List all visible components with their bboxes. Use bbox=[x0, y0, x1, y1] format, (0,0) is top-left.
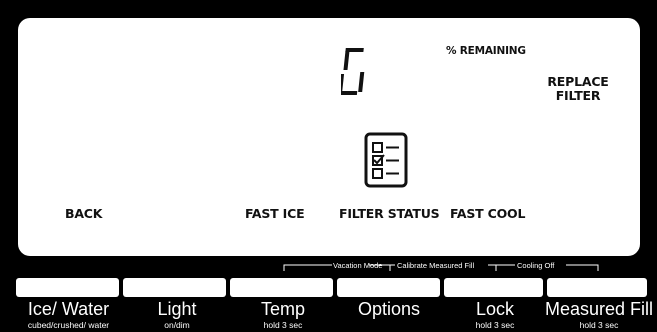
button-row bbox=[0, 278, 657, 298]
vacation-mode-label: Vacation Mode bbox=[333, 261, 382, 270]
measured-fill-button-label: Measured Fill hold 3 sec bbox=[544, 299, 654, 331]
measured-fill-button[interactable] bbox=[547, 278, 647, 297]
lock-button-label: Lock hold 3 sec bbox=[475, 299, 515, 331]
lock-button[interactable] bbox=[444, 278, 543, 297]
fast-cool-indicator: FAST COOL bbox=[450, 206, 526, 221]
percent-remaining-label: % REMAINING bbox=[446, 45, 526, 57]
checklist-icon bbox=[364, 132, 408, 188]
light-button[interactable] bbox=[123, 278, 226, 297]
temp-button[interactable] bbox=[230, 278, 333, 297]
ice-water-button[interactable] bbox=[16, 278, 119, 297]
control-display: BACK FAST ICE FILTER STATUS FAST COOL % … bbox=[18, 18, 640, 256]
options-button-label: Options bbox=[357, 299, 421, 319]
hold-function-bracket: Vacation Mode Calibrate Measured Fill Co… bbox=[283, 261, 599, 271]
temp-button-label: Temp hold 3 sec bbox=[260, 299, 305, 331]
back-indicator: BACK bbox=[65, 206, 103, 221]
calibrate-measured-fill-label: Calibrate Measured Fill bbox=[397, 261, 474, 270]
replace-filter-indicator: REPLACE FILTER bbox=[547, 74, 609, 103]
filter-status-indicator: FILTER STATUS bbox=[339, 206, 440, 221]
ice-water-button-label: Ice/ Water cubed/crushed/ water bbox=[27, 299, 110, 331]
light-button-label: Light on/dim bbox=[157, 299, 197, 331]
fast-ice-indicator: FAST ICE bbox=[245, 206, 305, 221]
options-button[interactable] bbox=[337, 278, 440, 297]
cooling-off-label: Cooling Off bbox=[517, 261, 555, 270]
seven-segment-digit bbox=[341, 48, 365, 95]
